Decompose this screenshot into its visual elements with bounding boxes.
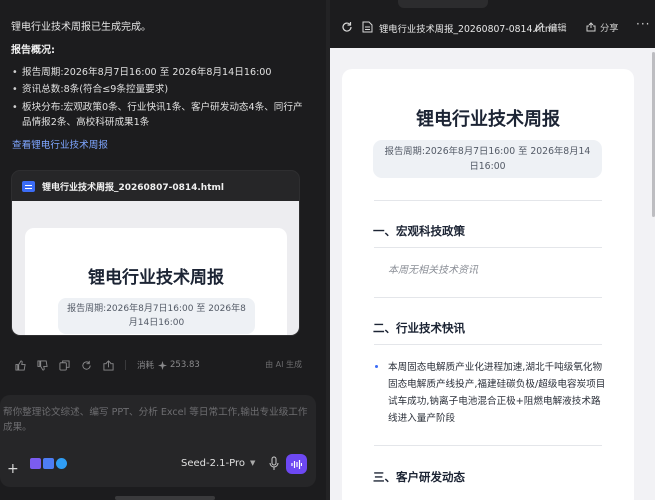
divider	[374, 200, 602, 201]
refresh-icon[interactable]	[341, 21, 353, 33]
file-icon	[362, 21, 373, 33]
chat-input-placeholder: 帮你整理论文综述、编写 PPT、分析 Excel 等日常工作,输出专业级工作成果…	[3, 407, 308, 433]
model-selector[interactable]: Seed-2.1-Pro	[181, 458, 245, 469]
chat-input[interactable]: 帮你整理论文综述、编写 PPT、分析 Excel 等日常工作,输出专业级工作成果…	[0, 395, 316, 487]
document-title: 锂电行业技术周报	[416, 109, 560, 130]
voice-send-button[interactable]	[286, 454, 307, 474]
edit-button[interactable]: 编辑	[534, 20, 567, 34]
list-bullet	[375, 365, 378, 368]
section-heading-industry: 二、行业技术快讯	[373, 321, 465, 335]
chat-pane: 锂电行业技术周报已生成完成。 报告概况: 报告周期:2026年8月7日16:00…	[0, 0, 326, 500]
bullet-count: 资讯总数:8条(符合≤9条控量要求)	[11, 82, 303, 97]
list-item: 本周固态电解质产业化进程加速,湖北千吨级氧化物固态电解质产线投产,福建硅碳负极/…	[388, 362, 606, 424]
app-tool-icon[interactable]	[56, 458, 67, 469]
divider	[374, 445, 602, 446]
scroll-indicator	[115, 496, 215, 500]
video-tool-icon[interactable]	[30, 458, 41, 469]
edit-label: 编辑	[548, 23, 567, 34]
view-report-link[interactable]: 查看锂电行业技术周报	[12, 137, 108, 151]
document-icon	[22, 180, 35, 192]
share-button[interactable]: 分享	[586, 20, 619, 34]
file-card-header: 锂电行业技术周报_20260807-0814.html	[12, 171, 299, 201]
section-heading-customer: 三、客户研发动态	[373, 470, 465, 484]
cost-label: 消耗	[137, 361, 155, 371]
chevron-down-icon[interactable]: ▼	[250, 459, 255, 467]
thumbs-up-icon[interactable]	[15, 359, 26, 371]
regenerate-icon[interactable]	[81, 360, 92, 371]
divider	[374, 247, 602, 248]
cost-value: 253.83	[170, 360, 200, 370]
preview-period: 报告周期:2026年8月7日16:00 至 2026年8月14日16:00	[58, 298, 255, 334]
tool-icons[interactable]	[30, 458, 70, 471]
ai-generated-label: 由 AI 生成	[265, 360, 302, 369]
document-period: 报告周期:2026年8月7日16:00 至 2026年8月14日16:00	[373, 140, 602, 178]
tab-strip[interactable]	[398, 0, 488, 8]
divider	[374, 297, 602, 298]
bullet-distribution: 板块分布:宏观政策0条、行业快讯1条、客户研发动态4条、同行产品情报2条、高校科…	[11, 100, 303, 130]
completion-message: 锂电行业技术周报已生成完成。	[11, 22, 151, 33]
pencil-icon	[534, 22, 544, 32]
section-heading-policy: 一、宏观科技政策	[373, 224, 465, 238]
viewer-filename: 锂电行业技术周报_20260807-0814.html	[379, 24, 557, 35]
thumbs-down-icon[interactable]	[37, 359, 48, 371]
image-tool-icon[interactable]	[43, 458, 54, 469]
file-card[interactable]: 锂电行业技术周报_20260807-0814.html 锂电行业技术周报 报告周…	[11, 170, 300, 336]
divider	[374, 344, 602, 345]
share-label: 分享	[600, 23, 619, 34]
waveform-icon	[291, 459, 302, 469]
viewer-toolbar: 锂电行业技术周报_20260807-0814.html 编辑 分享 ···	[330, 0, 655, 48]
more-options-icon[interactable]: ···	[636, 17, 650, 31]
add-attachment-button[interactable]: +	[7, 461, 19, 477]
message-actions: 消耗 253.83	[15, 358, 200, 372]
bullet-period: 报告周期:2026年8月7日16:00 至 2026年8月14日16:00	[11, 65, 303, 80]
share-icon	[586, 22, 596, 32]
overview-heading: 报告概况:	[11, 45, 55, 56]
preview-title: 锂电行业技术周报	[88, 268, 224, 288]
section-empty-text: 本周无相关技术资讯	[388, 265, 478, 276]
microphone-icon[interactable]	[268, 456, 280, 471]
share-icon[interactable]	[103, 359, 114, 371]
preview-card: 锂电行业技术周报 报告周期:2026年8月7日16:00 至 2026年8月14…	[25, 228, 287, 335]
document-viewer: 锂电行业技术周报_20260807-0814.html 编辑 分享 ··· 锂电…	[330, 0, 655, 500]
sparkle-icon	[158, 360, 168, 370]
file-preview: 锂电行业技术周报 报告周期:2026年8月7日16:00 至 2026年8月14…	[12, 201, 299, 335]
file-card-filename: 锂电行业技术周报_20260807-0814.html	[42, 182, 224, 193]
copy-icon[interactable]	[59, 359, 70, 371]
document-page: 锂电行业技术周报 报告周期:2026年8月7日16:00 至 2026年8月14…	[342, 69, 634, 500]
actions-divider	[125, 360, 126, 370]
